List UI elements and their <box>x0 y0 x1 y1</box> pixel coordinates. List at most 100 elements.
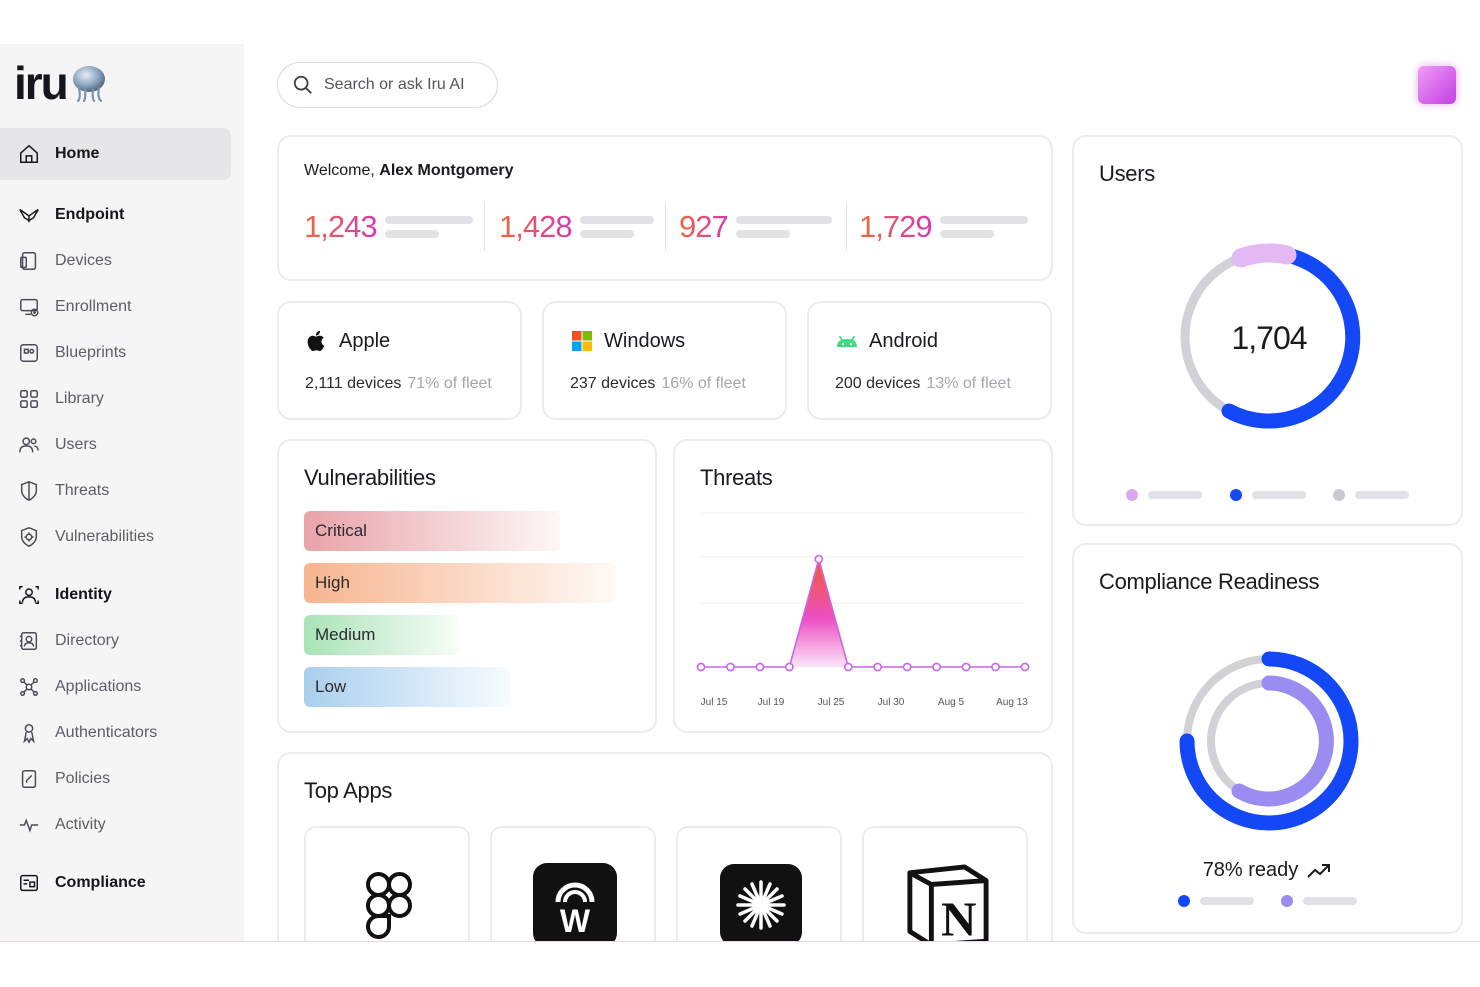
sidebar-item-identity[interactable]: Identity <box>0 572 231 618</box>
severity-label: Critical <box>315 521 367 540</box>
sidebar-item-policies[interactable]: Policies <box>0 756 231 802</box>
sidebar-item-label: Compliance <box>55 874 146 891</box>
windows-icon <box>572 331 592 351</box>
threat-data-point <box>902 662 912 672</box>
sidebar-item-activity[interactable]: Activity <box>0 802 231 848</box>
sidebar-item-vulnerabilities[interactable]: Vulnerabilities <box>0 514 231 560</box>
fleet-share: 16% of fleet <box>661 375 746 392</box>
brand-name: iru <box>14 57 69 109</box>
compliance-card[interactable]: Compliance Readiness 78% ready <box>1072 543 1463 934</box>
sidebar-item-label: Threats <box>55 482 110 499</box>
threat-data-point <box>843 662 853 672</box>
sidebar-item-compliance[interactable]: Compliance <box>0 860 231 906</box>
sidebar-item-label: Vulnerabilities <box>55 528 155 545</box>
shield-icon <box>17 479 41 503</box>
card-title: Users <box>1099 161 1155 186</box>
os-card-android[interactable]: Android 200 devices 13% of fleet <box>807 301 1052 420</box>
sidebar-item-devices[interactable]: Devices <box>0 238 231 284</box>
threat-series-line <box>701 556 1025 668</box>
apple-icon <box>307 330 325 352</box>
os-stats: 2,111 devices 71% of fleet <box>305 375 492 393</box>
os-header: Windows <box>570 329 685 353</box>
severity-medium[interactable]: Medium <box>304 615 460 655</box>
app-tile-notion[interactable]: N <box>862 826 1028 941</box>
stat-value: 1,243 <box>304 209 378 244</box>
sidebar-item-applications[interactable]: Applications <box>0 664 231 710</box>
sidebar-item-library[interactable]: Library <box>0 376 231 422</box>
legend-item <box>1126 489 1202 501</box>
inner-progress <box>1231 675 1334 807</box>
app-window: iru Home Endpoint Devices Enrollment Blu… <box>0 44 1480 942</box>
compliance-ready: 78% ready <box>1074 859 1461 882</box>
app-tile-webex[interactable]: W <box>490 826 656 941</box>
severity-high[interactable]: High <box>304 563 616 603</box>
threat-data-point <box>814 554 824 564</box>
os-stats: 237 devices 16% of fleet <box>570 375 746 393</box>
devices-icon <box>17 249 41 273</box>
severity-low[interactable]: Low <box>304 667 510 707</box>
device-count: 2,111 devices <box>305 375 402 392</box>
sidebar-item-label: Authenticators <box>55 724 158 741</box>
avatar[interactable] <box>1418 66 1456 104</box>
os-name: Windows <box>604 329 686 352</box>
sidebar-item-label: Users <box>55 436 97 453</box>
sidebar-item-label: Blueprints <box>55 344 127 361</box>
perplexity-icon <box>718 862 804 941</box>
divider <box>665 203 666 251</box>
users-card[interactable]: Users 1,704 <box>1072 135 1463 526</box>
search-bar[interactable] <box>277 62 498 108</box>
logo[interactable]: iru <box>14 58 107 108</box>
sidebar-item-label: Endpoint <box>55 206 125 223</box>
sidebar-item-home[interactable]: Home <box>0 128 231 180</box>
sidebar-item-endpoint[interactable]: Endpoint <box>0 192 231 238</box>
severity-critical[interactable]: Critical <box>304 511 560 551</box>
activity-icon <box>17 813 41 837</box>
os-card-apple[interactable]: Apple 2,111 devices 71% of fleet <box>277 301 522 420</box>
sidebar-item-blueprints[interactable]: Blueprints <box>0 330 231 376</box>
legend-item <box>1333 489 1409 501</box>
sidebar-item-label: Directory <box>55 632 120 649</box>
os-header: Apple <box>305 329 390 353</box>
severity-label: Medium <box>315 625 376 644</box>
device-count: 237 devices <box>570 375 656 392</box>
enrollment-icon <box>17 295 41 319</box>
ready-label: 78% ready <box>1202 859 1299 881</box>
sidebar-item-enrollment[interactable]: Enrollment <box>0 284 231 330</box>
home-icon <box>17 142 41 166</box>
threat-data-point <box>755 662 765 672</box>
threat-data-point <box>932 662 942 672</box>
users-total: 1,704 <box>1231 320 1306 356</box>
x-tick-label: Jul 15 <box>701 697 728 708</box>
app-tile-perplexity[interactable] <box>676 826 842 941</box>
sidebar-item-threats[interactable]: Threats <box>0 468 231 514</box>
os-card-windows[interactable]: Windows 237 devices 16% of fleet <box>542 301 787 420</box>
os-name: Android <box>869 329 938 352</box>
stat-value: 927 <box>679 209 729 244</box>
endpoint-icon <box>17 203 41 227</box>
trend-up-icon <box>1307 863 1331 878</box>
x-tick-label: Jul 19 <box>758 697 785 708</box>
fleet-share: 13% of fleet <box>926 375 1011 392</box>
sidebar-item-users[interactable]: Users <box>0 422 231 468</box>
policies-icon <box>17 767 41 791</box>
compliance-ring-chart <box>1179 651 1359 831</box>
threats-card[interactable]: Threats Jul 15 Jul 19 Jul 25 Jul 30 Aug 5 Aug… <box>673 439 1053 733</box>
device-count: 200 devices <box>835 375 921 392</box>
welcome-message: Welcome, Alex Montgomery <box>304 162 514 180</box>
welcome-card: Welcome, Alex Montgomery 1,243 1,428 927… <box>277 135 1053 281</box>
vulnerabilities-card[interactable]: Vulnerabilities Critical High Medium Low <box>277 439 657 733</box>
sidebar-item-directory[interactable]: Directory <box>0 618 231 664</box>
app-tile-figma[interactable] <box>304 826 470 941</box>
card-title: Top Apps <box>304 778 393 803</box>
sidebar-item-authenticators[interactable]: Authenticators <box>0 710 231 756</box>
os-header: Android <box>835 329 938 353</box>
threat-data-point <box>961 662 971 672</box>
sidebar-item-label: Applications <box>55 678 142 695</box>
svg-text:W: W <box>560 903 591 939</box>
threat-data-point <box>991 662 1000 672</box>
stat-placeholder <box>735 216 832 238</box>
search-input[interactable] <box>324 76 484 94</box>
threats-chart: Jul 15 Jul 19 Jul 25 Jul 30 Aug 5 Aug 13 <box>696 512 1030 708</box>
stat-placeholder <box>579 216 654 238</box>
stat-item: 1,428 <box>499 207 654 247</box>
